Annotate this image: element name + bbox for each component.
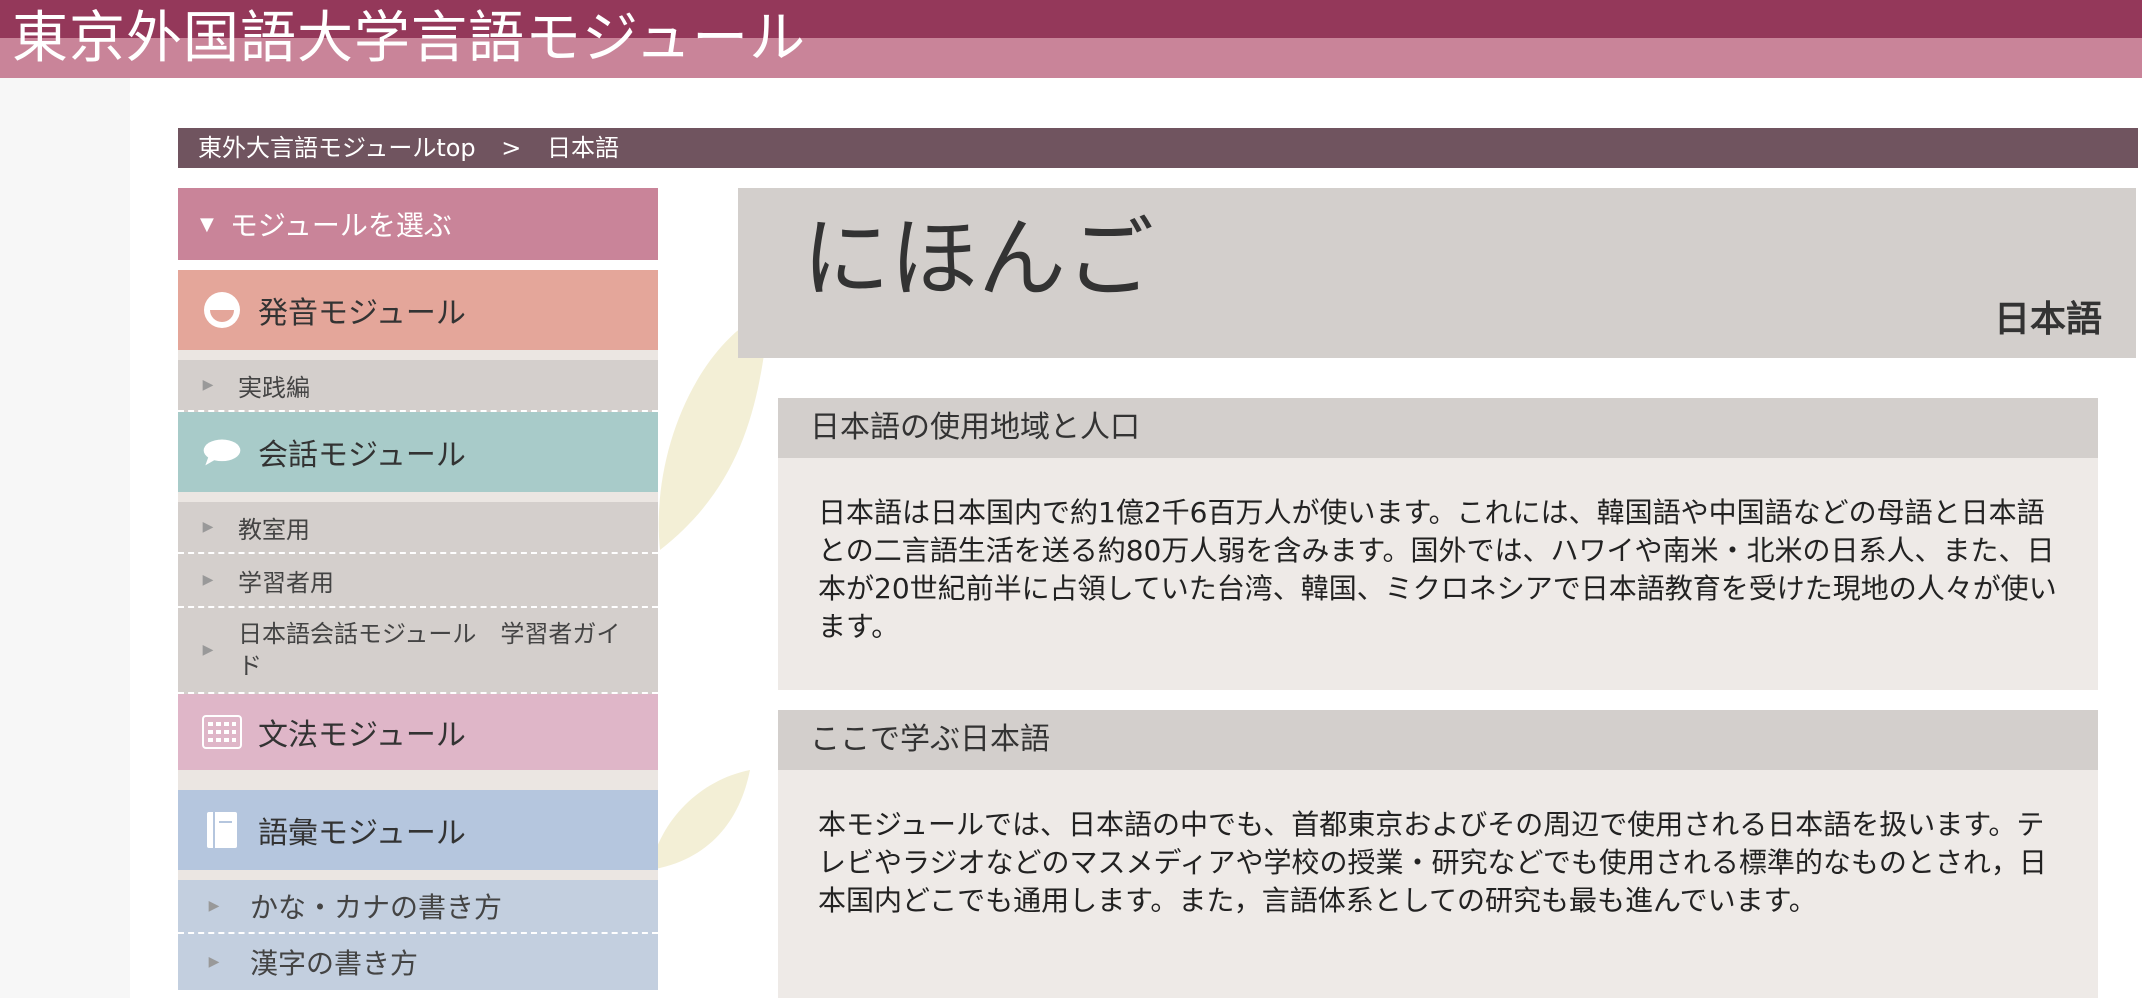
leaf-decoration-2 (650, 770, 750, 870)
breadcrumb: 東外大言語モジュールtop > 日本語 (178, 128, 2138, 168)
triangle-right-icon: ▶ (202, 519, 214, 535)
triangle-down-icon: ▼ (200, 213, 214, 235)
sidebar-subitem-learner-guide[interactable]: ▶ 日本語会話モジュール 学習者ガイド (178, 608, 658, 694)
triangle-right-icon: ▶ (208, 954, 220, 970)
breadcrumb-separator: > (501, 134, 522, 162)
sidebar-subitem-kanji[interactable]: ▶ 漢字の書き方 (178, 934, 658, 990)
sidebar-subitem-practice[interactable]: ▶ 実践編 (178, 360, 658, 412)
triangle-right-icon: ▶ (208, 898, 220, 914)
triangle-right-icon: ▶ (202, 642, 214, 658)
speech-bubble-icon (202, 432, 242, 472)
section-heading: 日本語の使用地域と人口 (778, 398, 2098, 458)
sidebar-subitem-learner[interactable]: ▶ 学習者用 (178, 554, 658, 608)
spacer (178, 770, 658, 790)
breadcrumb-current: 日本語 (547, 134, 620, 162)
book-icon (202, 810, 242, 850)
sidebar-module-select-toggle[interactable]: ▼ モジュールを選ぶ (178, 188, 658, 260)
spacer (178, 492, 658, 502)
sidebar-subitem-label: 実践編 (238, 373, 310, 402)
sidebar-subitem-label: 教室用 (238, 515, 310, 544)
sidebar-item-label: 語彙モジュール (258, 816, 466, 851)
sidebar-item-pronunciation[interactable]: 発音モジュール (178, 270, 658, 350)
section-body: 本モジュールでは、日本語の中でも、首都東京およびその周辺で使用される日本語を扱い… (818, 808, 2047, 917)
keyboard-icon (202, 712, 242, 752)
sidebar-item-grammar[interactable]: 文法モジュール (178, 694, 658, 770)
site-header: 東京外国語大学言語モジュール (0, 0, 2142, 78)
breadcrumb-home-link[interactable]: 東外大言語モジュールtop (198, 128, 476, 168)
spacer (178, 350, 658, 360)
sidebar-subitem-kana[interactable]: ▶ かな・カナの書き方 (178, 880, 658, 934)
spacer (178, 870, 658, 880)
sidebar-head-label: モジュールを選ぶ (229, 209, 452, 242)
sidebar-subitem-classroom[interactable]: ▶ 教室用 (178, 502, 658, 554)
page-title-kanji: 日本語 (1993, 299, 2102, 340)
sidebar-subitem-label: 漢字の書き方 (250, 947, 419, 980)
triangle-right-icon: ▶ (202, 572, 214, 588)
section-heading: ここで学ぶ日本語 (778, 710, 2098, 770)
site-title[interactable]: 東京外国語大学言語モジュール (12, 6, 806, 72)
sidebar-item-label: 文法モジュール (258, 718, 466, 753)
sidebar-item-vocabulary[interactable]: 語彙モジュール (178, 790, 658, 870)
sidebar-subitem-label: かな・カナの書き方 (250, 891, 503, 924)
page-title-kana: にほんご (802, 207, 1155, 310)
page-margin (0, 78, 130, 998)
sidebar-item-label: 発音モジュール (258, 296, 466, 331)
sidebar-subitem-label: 日本語会話モジュール 学習者ガイド (238, 620, 621, 680)
section-usage-area: 日本語の使用地域と人口 日本語は日本国内で約1億2千6百万人が使います。これには… (778, 398, 2098, 690)
section-learning-japanese: ここで学ぶ日本語 本モジュールでは、日本語の中でも、首都東京およびその周辺で使用… (778, 710, 2098, 998)
smile-face-icon (202, 290, 242, 330)
sidebar: ▼ モジュールを選ぶ 発音モジュール ▶ 実践編 会話モジュール ▶ 教室用 ▶… (178, 188, 658, 990)
section-body: 日本語は日本国内で約1億2千6百万人が使います。これには、韓国語や中国語などの母… (818, 496, 2057, 643)
triangle-right-icon: ▶ (202, 377, 214, 393)
language-title-box: にほんご 日本語 (738, 188, 2136, 358)
sidebar-subitem-label: 学習者用 (238, 568, 334, 597)
sidebar-item-label: 会話モジュール (258, 438, 466, 473)
sidebar-item-conversation[interactable]: 会話モジュール (178, 412, 658, 492)
